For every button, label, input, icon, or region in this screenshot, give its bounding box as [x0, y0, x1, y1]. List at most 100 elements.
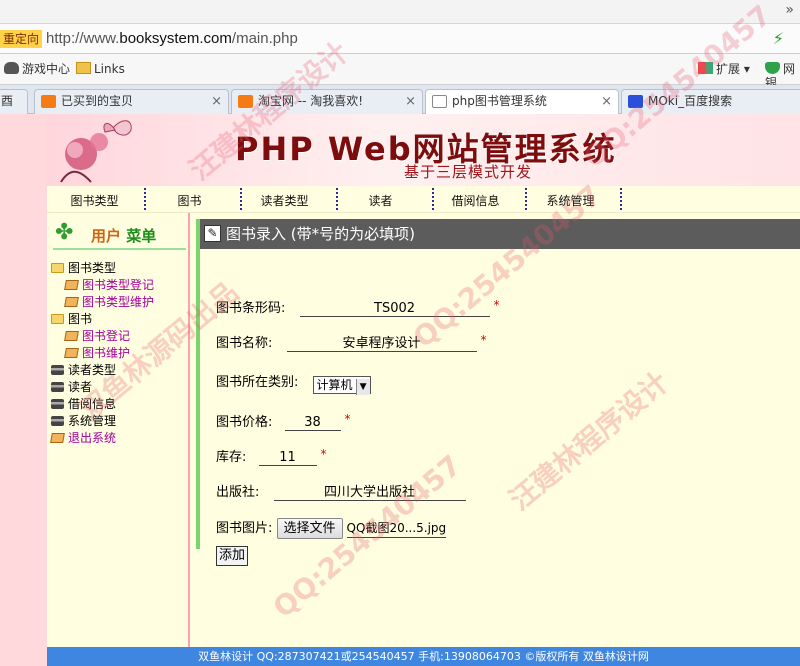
price-label: 图书价格:	[216, 415, 273, 430]
nav-books[interactable]: 图书	[142, 192, 237, 209]
stock-label: 库存:	[216, 450, 247, 465]
lightning-icon[interactable]: ⚡	[773, 29, 784, 48]
close-icon[interactable]: ×	[211, 90, 222, 113]
barcode-field[interactable]: TS002	[299, 301, 490, 317]
close-icon[interactable]: ×	[405, 90, 416, 113]
page-viewport: PHP Web网站管理系统 基于三层模式开发 图书类型 图书 读者类型 读者 借…	[0, 114, 800, 666]
tab-baidu[interactable]: MOki_百度搜索	[621, 89, 800, 114]
tree-folder-book-types[interactable]: 图书类型	[51, 260, 189, 277]
tree-folder-borrow-info[interactable]: 借阅信息	[51, 396, 189, 413]
footer-text: 双鱼林设计 QQ:287307421或254540457 手机:13908064…	[198, 650, 580, 663]
bookmark-links[interactable]: Links	[76, 62, 125, 76]
edit-icon: ✎	[204, 225, 221, 242]
tree-item-book-type-register[interactable]: 图书类型登记	[51, 277, 189, 294]
folder-closed-icon	[51, 416, 64, 426]
barcode-row: 图书条形码: TS002 *	[216, 297, 500, 317]
book-entry-form: 图书条形码: TS002 * 图书名称: 安卓程序设计 * 图书所在类别: 计算机 ▼…	[196, 249, 800, 566]
book-icon	[64, 348, 79, 358]
site-subtitle: 基于三层模式开发	[404, 163, 533, 181]
url-text[interactable]: http://www.booksystem.com/main.php	[46, 30, 298, 48]
folder-closed-icon	[51, 365, 64, 375]
tree-item-book-type-maintain[interactable]: 图书类型维护	[51, 294, 189, 311]
book-icon	[64, 331, 79, 341]
nav-readers[interactable]: 读者	[333, 192, 428, 209]
redirect-badge: 重定向	[0, 30, 43, 48]
book-icon	[64, 280, 79, 290]
tab-strip: 酉 已买到的宝贝 × 淘宝网 -- 淘我喜欢! × php图书管理系统 × MO…	[0, 85, 800, 115]
extension-icon	[698, 62, 713, 74]
book-name-field[interactable]: 安卓程序设计	[286, 332, 477, 352]
price-field[interactable]: 38	[284, 415, 341, 431]
tab-taobao[interactable]: 淘宝网 -- 淘我喜欢! ×	[231, 89, 423, 114]
required-mark: *	[480, 333, 487, 347]
add-button[interactable]: 添加	[216, 546, 249, 566]
main-content: ✎ 图书录入 (带*号的为必填项) 图书条形码: TS002 * 图书名称: 安卓…	[196, 213, 800, 647]
category-label: 图书所在类别:	[216, 375, 299, 390]
tree-folder-readers[interactable]: 读者	[51, 379, 189, 396]
tree-item-book-maintain[interactable]: 图书维护	[51, 345, 189, 362]
folder-icon	[76, 62, 91, 74]
nav-separator	[620, 188, 622, 210]
name-label: 图书名称:	[216, 336, 273, 351]
tree-folder-books[interactable]: 图书	[51, 311, 189, 328]
flower-decoration-icon	[60, 120, 132, 183]
nav-book-types[interactable]: 图书类型	[47, 192, 142, 209]
folder-open-icon	[51, 263, 64, 273]
bookmark-game-center[interactable]: 游戏中心	[4, 62, 70, 76]
required-mark: *	[320, 447, 327, 461]
tab-partial[interactable]: 酉	[0, 89, 28, 114]
clover-icon: ✤	[55, 220, 74, 245]
category-select[interactable]: 计算机 ▼	[312, 376, 371, 395]
form-panel-header: ✎ 图书录入 (带*号的为必填项)	[196, 219, 800, 249]
user-menu-header: ✤ 用户 菜单	[53, 220, 186, 250]
stock-row: 库存: 11 *	[216, 446, 327, 466]
site-footer: 双鱼林设计 QQ:287307421或254540457 手机:13908064…	[47, 647, 800, 666]
menu-title-user: 用户	[91, 227, 122, 245]
menu-tree: 图书类型 图书类型登记 图书类型维护 图书 图书登记 图书维护 读者类型 读者 …	[50, 260, 189, 447]
choose-file-button[interactable]: 选择文件	[276, 518, 343, 539]
folder-closed-icon	[51, 399, 64, 409]
publisher-field[interactable]: 四川大学出版社	[273, 481, 466, 501]
extensions-button[interactable]: 扩展 ▾	[698, 62, 750, 76]
tree-item-book-register[interactable]: 图书登记	[51, 328, 189, 345]
nav-borrow-info[interactable]: 借阅信息	[428, 192, 523, 209]
publisher-row: 出版社: 四川大学出版社	[216, 481, 466, 501]
browser-top-strip: »	[0, 0, 800, 24]
tree-folder-reader-types[interactable]: 读者类型	[51, 362, 189, 379]
dropdown-arrow-icon: ▼	[355, 379, 370, 395]
barcode-label: 图书条形码:	[216, 301, 286, 316]
tab-bought-items[interactable]: 已买到的宝贝 ×	[34, 89, 229, 114]
required-mark: *	[344, 412, 351, 426]
name-row: 图书名称: 安卓程序设计 *	[216, 332, 487, 352]
taobao-icon	[238, 95, 253, 108]
image-label: 图书图片:	[216, 521, 273, 536]
book-icon	[50, 433, 65, 443]
close-icon[interactable]: ×	[601, 90, 612, 113]
required-mark: *	[493, 298, 500, 312]
tab-php-book-system[interactable]: php图书管理系统 ×	[425, 89, 619, 115]
shield-icon	[765, 62, 780, 74]
footer-link[interactable]: 双鱼林设计网	[583, 650, 649, 663]
selected-file-name: QQ截图20...5.jpg	[346, 519, 447, 538]
image-row: 图书图片: 选择文件 QQ截图20...5.jpg	[216, 517, 447, 539]
address-bar[interactable]: 重定向 http://www.booksystem.com/main.php ⚡	[0, 24, 800, 54]
nav-reader-types[interactable]: 读者类型	[237, 192, 332, 209]
menu-title-menu: 菜单	[126, 227, 157, 245]
page-icon	[432, 95, 447, 108]
stock-field[interactable]: 11	[258, 450, 317, 466]
baidu-icon	[628, 95, 643, 108]
chevron-double-icon[interactable]: »	[785, 2, 794, 18]
menu-underline	[53, 248, 186, 250]
tree-item-logout[interactable]: 退出系统	[50, 430, 189, 447]
folder-closed-icon	[51, 382, 64, 392]
site-banner: PHP Web网站管理系统 基于三层模式开发	[47, 114, 800, 186]
site-container: PHP Web网站管理系统 基于三层模式开发 图书类型 图书 读者类型 读者 借…	[47, 114, 800, 666]
nav-system-admin[interactable]: 系统管理	[523, 192, 618, 209]
form-heading: 图书录入 (带*号的为必填项)	[226, 225, 415, 243]
taobao-icon	[41, 95, 56, 108]
publisher-label: 出版社:	[216, 485, 260, 500]
book-icon	[64, 297, 79, 307]
tree-folder-system-admin[interactable]: 系统管理	[51, 413, 189, 430]
gamepad-icon	[4, 62, 19, 74]
top-nav: 图书类型 图书 读者类型 读者 借阅信息 系统管理	[47, 186, 800, 213]
